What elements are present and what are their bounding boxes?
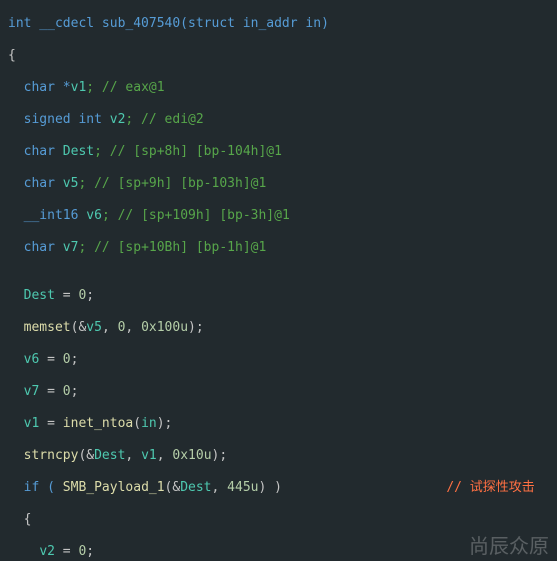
- code-line: {: [8, 512, 549, 528]
- code-viewer: int __cdecl sub_407540(struct in_addr in…: [0, 0, 557, 561]
- code-line: char v7; // [sp+10Bh] [bp-1h]@1: [8, 240, 549, 256]
- code-block: int __cdecl sub_407540(struct in_addr in…: [0, 0, 557, 561]
- code-line: v1 = inet_ntoa(in);: [8, 416, 549, 432]
- code-line: __int16 v6; // [sp+109h] [bp-3h]@1: [8, 208, 549, 224]
- code-line: v2 = 0;: [8, 544, 549, 560]
- code-line: char v5; // [sp+9h] [bp-103h]@1: [8, 176, 549, 192]
- signature: int __cdecl sub_407540(struct in_addr in…: [8, 16, 329, 31]
- code-line: signed int v2; // edi@2: [8, 112, 549, 128]
- code-line: {: [8, 48, 549, 64]
- code-line: v6 = 0;: [8, 352, 549, 368]
- code-line: strncpy(&Dest, v1, 0x10u);: [8, 448, 549, 464]
- code-line: v7 = 0;: [8, 384, 549, 400]
- code-line: if ( SMB_Payload_1(&Dest, 445u) ) // 试探性…: [8, 480, 549, 496]
- code-line: char Dest; // [sp+8h] [bp-104h]@1: [8, 144, 549, 160]
- code-line: int __cdecl sub_407540(struct in_addr in…: [8, 16, 549, 32]
- code-line: memset(&v5, 0, 0x100u);: [8, 320, 549, 336]
- code-line: char *v1; // eax@1: [8, 80, 549, 96]
- code-line: Dest = 0;: [8, 288, 549, 304]
- comment-attack: // 试探性攻击: [282, 480, 535, 495]
